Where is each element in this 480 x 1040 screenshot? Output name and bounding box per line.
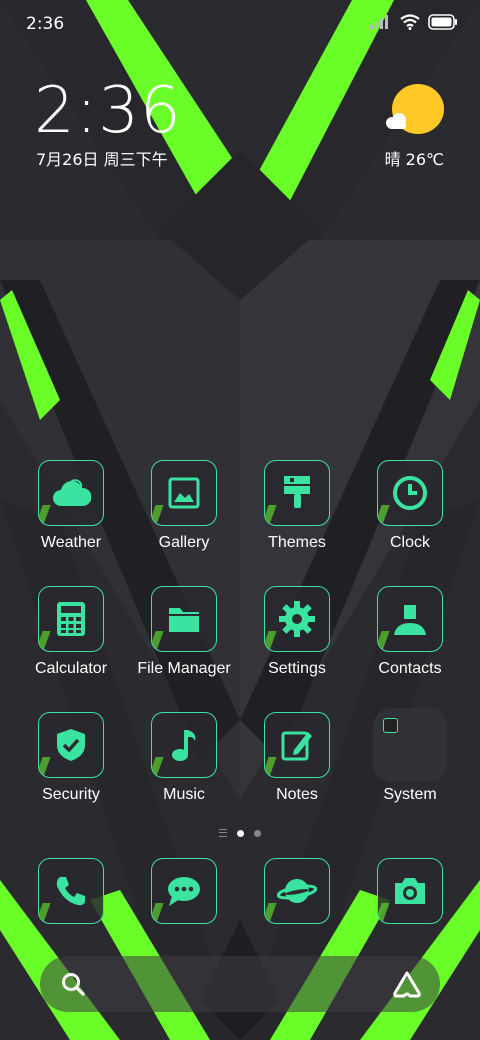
clock-widget-date: 7月26日 周三下午 (36, 150, 168, 169)
app-icon-frame (377, 858, 443, 924)
gallery-icon (168, 477, 200, 509)
app-music[interactable]: Music (128, 712, 240, 804)
weather-text: 晴 26℃ (384, 150, 444, 169)
folder-icon (373, 708, 447, 782)
folder-mini-app-icon (383, 718, 398, 733)
app-icon-frame (38, 712, 104, 778)
app-security[interactable]: Security (15, 712, 127, 804)
page-indicator[interactable] (0, 829, 480, 837)
contact-icon (394, 605, 426, 635)
app-label: Contacts (378, 660, 442, 677)
app-notes[interactable]: Notes (241, 712, 353, 804)
app-icon-frame (38, 586, 104, 652)
app-label: System (383, 786, 437, 803)
app-clock[interactable]: Clock (354, 460, 466, 552)
app-contacts[interactable]: Contacts (354, 586, 466, 678)
dock-phone[interactable] (15, 858, 127, 924)
app-calculator[interactable]: Calculator (15, 586, 127, 678)
status-icons (370, 14, 458, 30)
app-icon-frame (264, 858, 330, 924)
app-gallery[interactable]: Gallery (128, 460, 240, 552)
app-icon-frame (264, 586, 330, 652)
app-label: Settings (268, 660, 326, 677)
app-label: Security (42, 786, 100, 803)
app-icon-frame (38, 460, 104, 526)
dock-camera[interactable] (354, 858, 466, 924)
app-themes[interactable]: Themes (241, 460, 353, 552)
folder-icon (169, 608, 199, 632)
dock-messages[interactable] (128, 858, 240, 924)
app-label: Calculator (34, 660, 108, 677)
status-bar: 2:36 (0, 0, 480, 50)
app-icon-frame (377, 460, 443, 526)
paintbrush-icon (284, 476, 310, 508)
cloud-icon (386, 113, 406, 129)
camera-icon (395, 878, 425, 904)
app-label: Music (163, 786, 205, 803)
shield-icon (57, 729, 85, 761)
phone-icon (56, 877, 85, 906)
app-weather[interactable]: Weather (15, 460, 127, 552)
wifi-icon (400, 14, 420, 30)
weather-icon (53, 479, 91, 506)
app-label: Themes (268, 534, 326, 551)
app-icon-frame (38, 858, 104, 924)
assistant-icon[interactable] (392, 969, 422, 999)
page-list-indicator (219, 829, 227, 837)
app-settings[interactable]: Settings (241, 586, 353, 678)
app-icon-frame (151, 712, 217, 778)
search-icon[interactable] (60, 971, 86, 997)
app-icon-frame (264, 712, 330, 778)
message-icon (168, 877, 200, 906)
clock-icon (393, 476, 427, 510)
battery-icon (428, 14, 457, 30)
status-time: 2:36 (26, 14, 65, 34)
app-icon-frame (151, 586, 217, 652)
browser-planet-icon (277, 879, 317, 903)
page-dot (254, 829, 261, 837)
app-icon-frame (377, 586, 443, 652)
app-file-manager[interactable]: File Manager (128, 586, 240, 678)
music-note-icon (172, 730, 196, 761)
calculator-icon (57, 602, 85, 636)
app-label: Clock (389, 534, 430, 551)
signal-icon (370, 15, 388, 29)
search-bar[interactable] (40, 956, 440, 1012)
app-icon-frame (264, 460, 330, 526)
weather-widget[interactable]: 晴 26℃ (384, 84, 444, 169)
app-label: File Manager (137, 660, 231, 677)
app-icon-frame (151, 858, 217, 924)
app-label: Notes (276, 786, 318, 803)
page-dot-active (237, 829, 244, 837)
clock-widget-time[interactable]: 2:36 (34, 74, 182, 148)
notes-icon (281, 731, 312, 761)
app-label: Gallery (158, 534, 210, 551)
app-system-folder[interactable]: System (354, 708, 466, 804)
app-icon-frame (151, 460, 217, 526)
app-label: Weather (40, 534, 102, 551)
gear-icon (279, 601, 315, 637)
dock-browser[interactable] (241, 858, 353, 924)
